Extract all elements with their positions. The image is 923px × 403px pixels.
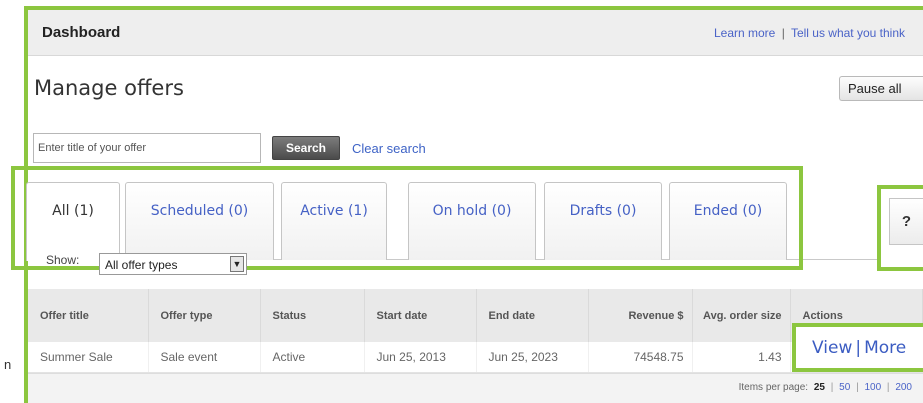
pagination: Items per page: 25 | 50 | 100 | 200 <box>739 382 915 393</box>
cell-offer-type: Sale event <box>148 342 261 373</box>
header-links: Learn more | Tell us what you think <box>714 26 905 40</box>
cell-avg-order-size: 1.43 <box>692 342 791 373</box>
dashboard-title: Dashboard <box>42 24 121 41</box>
offer-type-selected-value: All offer types <box>105 258 178 272</box>
more-link[interactable]: More <box>864 338 906 358</box>
help-button[interactable]: ? <box>889 198 923 245</box>
actions-separator: | <box>855 338 862 358</box>
table-row: Summer Sale Sale event Active Jun 25, 20… <box>28 342 923 373</box>
offers-table: Offer title Offer type Status Start date… <box>28 289 923 373</box>
items-per-page-current: 25 <box>813 382 825 393</box>
column-header-end-date[interactable]: End date <box>476 289 589 342</box>
table-footer: Items per page: 25 | 50 | 100 | 200 <box>28 373 923 403</box>
cell-start-date: Jun 25, 2013 <box>364 342 477 373</box>
tab-drafts[interactable]: Drafts (0) <box>544 182 662 260</box>
offer-type-select[interactable]: All offer types ▼ <box>99 253 247 275</box>
tab-active[interactable]: Active (1) <box>281 182 387 260</box>
items-per-page-label: Items per page: <box>738 382 809 393</box>
header-separator: | <box>781 26 785 40</box>
pause-all-button[interactable]: Pause all <box>839 76 923 101</box>
view-link[interactable]: View <box>812 338 852 358</box>
items-per-page-100[interactable]: 100 <box>861 382 884 393</box>
show-label: Show: <box>46 253 80 267</box>
column-header-start-date[interactable]: Start date <box>364 289 477 342</box>
learn-more-link[interactable]: Learn more <box>714 26 775 40</box>
tab-on-hold[interactable]: On hold (0) <box>408 182 536 260</box>
edge-letter: n <box>4 357 12 372</box>
tab-all[interactable]: All (1) <box>26 182 120 261</box>
feedback-link[interactable]: Tell us what you think <box>791 26 905 40</box>
row-actions: View | More <box>812 338 906 358</box>
search-input[interactable] <box>33 133 261 163</box>
dashboard-header: Dashboard Learn more | Tell us what you … <box>28 10 923 56</box>
column-header-revenue[interactable]: Revenue $ <box>588 289 693 342</box>
cell-revenue: 74548.75 <box>588 342 693 373</box>
chevron-down-icon[interactable]: ▼ <box>230 256 244 272</box>
search-button[interactable]: Search <box>272 136 340 160</box>
cell-status: Active <box>260 342 365 373</box>
tab-scheduled[interactable]: Scheduled (0) <box>125 182 274 260</box>
items-per-page-200[interactable]: 200 <box>892 382 915 393</box>
column-header-offer-title[interactable]: Offer title <box>28 289 149 342</box>
cell-offer-title: Summer Sale <box>28 342 149 373</box>
column-header-offer-type[interactable]: Offer type <box>148 289 261 342</box>
clear-search-link[interactable]: Clear search <box>352 141 426 156</box>
page-title: Manage offers <box>34 76 184 100</box>
column-header-avg-order-size[interactable]: Avg. order size <box>692 289 791 342</box>
table-header-row: Offer title Offer type Status Start date… <box>28 289 923 342</box>
cell-end-date: Jun 25, 2023 <box>476 342 589 373</box>
tab-ended[interactable]: Ended (0) <box>669 182 787 260</box>
column-header-status[interactable]: Status <box>260 289 365 342</box>
items-per-page-50[interactable]: 50 <box>836 382 853 393</box>
